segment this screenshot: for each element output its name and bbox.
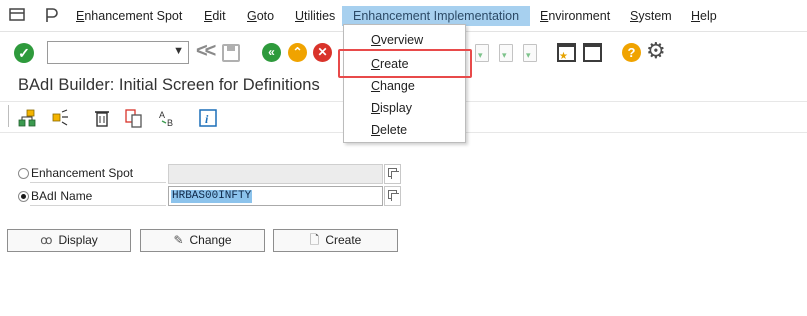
- label-underline: [30, 182, 166, 183]
- label-underline: [30, 205, 166, 206]
- doc-upload-icon[interactable]: [499, 44, 513, 62]
- label-enhancement-spot: Enhancement Spot: [31, 166, 134, 180]
- value-help-button[interactable]: [384, 186, 401, 206]
- menu-option-delete[interactable]: Delete: [371, 123, 407, 137]
- menu-enhancement-implementation[interactable]: Enhancement Implementation: [342, 6, 531, 26]
- layout-icon[interactable]: [583, 43, 602, 62]
- exit-icon[interactable]: ⌃: [288, 43, 307, 62]
- value-help-button[interactable]: [384, 164, 401, 184]
- svg-text:A: A: [159, 110, 165, 120]
- create-button[interactable]: 🗋 Create: [273, 229, 398, 252]
- gear-icon[interactable]: ⚙: [646, 38, 666, 64]
- back-icon[interactable]: «: [262, 43, 281, 62]
- doc-download-icon[interactable]: [523, 44, 537, 62]
- badi-name-field[interactable]: HRBAS00INFTY: [168, 186, 383, 206]
- value-help-icon: [388, 168, 399, 179]
- document-icon: 🗋: [309, 233, 320, 247]
- layout-star-icon[interactable]: ★: [557, 43, 576, 62]
- display-button[interactable]: ꝏ Display: [7, 229, 131, 252]
- help-icon[interactable]: ?: [622, 43, 641, 62]
- system-menu-icon[interactable]: [9, 7, 27, 23]
- expand-icon[interactable]: [51, 108, 71, 128]
- menu-option-display[interactable]: Display: [371, 101, 412, 115]
- radio-enhancement-spot[interactable]: [18, 168, 29, 179]
- badi-name-input[interactable]: HRBAS00INFTY: [171, 190, 253, 203]
- menu-environment[interactable]: Environment: [540, 9, 610, 23]
- save-icon[interactable]: [222, 44, 240, 62]
- radio-badi-name[interactable]: [18, 191, 29, 202]
- copy-icon[interactable]: [124, 108, 144, 128]
- check-icon[interactable]: ✓: [14, 43, 34, 63]
- value-help-icon: [388, 190, 399, 201]
- cancel-icon[interactable]: ✕: [313, 43, 332, 62]
- glasses-icon: ꝏ: [40, 233, 53, 247]
- enhancement-spot-field[interactable]: [168, 164, 383, 184]
- chevron-down-icon[interactable]: ▼: [173, 45, 184, 57]
- create-highlight-box: [338, 49, 472, 78]
- collapse-icon[interactable]: <<: [196, 40, 216, 63]
- command-field[interactable]: ▼: [47, 41, 189, 64]
- menu-utilities[interactable]: Utilities: [295, 9, 335, 23]
- delete-icon[interactable]: [92, 108, 112, 128]
- doc-icon[interactable]: [475, 44, 489, 62]
- menu-edit[interactable]: Edit: [204, 9, 226, 23]
- toolbar-divider: [8, 105, 9, 127]
- svg-text:B: B: [167, 118, 173, 128]
- rename-icon[interactable]: A B: [157, 108, 177, 128]
- command-input[interactable]: [48, 42, 166, 63]
- change-button[interactable]: ✎ Change: [140, 229, 265, 252]
- menu-help[interactable]: Help: [691, 9, 717, 23]
- menu-option-change[interactable]: Change: [371, 79, 415, 93]
- menu-goto[interactable]: Goto: [247, 9, 274, 23]
- menu-system[interactable]: System: [630, 9, 672, 23]
- pencil-icon: ✎: [173, 233, 184, 247]
- parameter-icon[interactable]: [43, 7, 61, 23]
- page-title: BAdI Builder: Initial Screen for Definit…: [18, 76, 320, 94]
- enhancement-spot-input[interactable]: [169, 165, 382, 183]
- menu-enhancement-spot[interactable]: Enhancement Spot: [76, 9, 182, 23]
- menu-option-overview[interactable]: Overview: [371, 33, 423, 47]
- info-icon[interactable]: i: [198, 108, 218, 128]
- label-badi-name: BAdI Name: [31, 189, 93, 203]
- hierarchy-icon[interactable]: [17, 108, 37, 128]
- enhancement-implementation-menu: Overview Create Change Display Delete: [343, 24, 466, 143]
